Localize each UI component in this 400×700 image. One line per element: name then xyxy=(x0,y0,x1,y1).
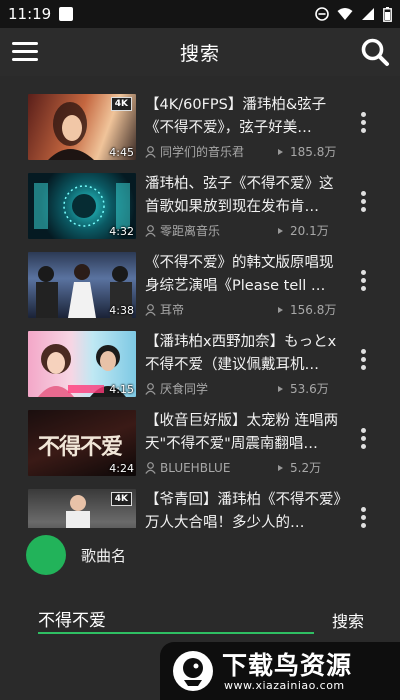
video-views: 185.8万 xyxy=(290,145,337,159)
video-item[interactable]: 4K 【爷青回】潘玮柏《不得不爱》万人大合唱！多少人的… xyxy=(0,483,400,528)
video-item[interactable]: 4:15 【潘玮柏x西野加奈】もっとx 不得不爱（建议佩戴耳机… 厌食同学 53… xyxy=(0,325,400,403)
video-title[interactable]: 【潘玮柏x西野加奈】もっとx 不得不爱（建议佩戴耳机… xyxy=(145,331,345,377)
search-bar: 搜索 xyxy=(0,596,400,646)
video-thumbnail[interactable]: 4:38 xyxy=(28,252,136,318)
video-author: 同学们的音乐君 xyxy=(160,145,245,159)
video-list[interactable]: 4K 4:45 【4K/60FPS】潘玮柏&弦子《不得不爱》，弦子好美… 同学们… xyxy=(0,88,400,528)
play-count-icon xyxy=(278,148,283,155)
video-title[interactable]: 《不得不爱》的韩文版原唱现身综艺演唱《Please tell … xyxy=(145,252,345,298)
search-button[interactable]: 搜索 xyxy=(332,608,364,632)
video-views: 53.6万 xyxy=(290,382,329,396)
play-count-icon xyxy=(278,464,283,471)
search-input[interactable] xyxy=(38,604,314,634)
more-options-icon[interactable] xyxy=(358,191,368,217)
more-options-icon[interactable] xyxy=(358,349,368,375)
video-views: 20.1万 xyxy=(290,224,329,238)
video-title[interactable]: 【收音巨好版】太宠粉 连唱两天"不得不爱"周震南翻唱… xyxy=(145,410,345,456)
notification-icon xyxy=(59,7,74,21)
video-duration: 4:32 xyxy=(109,225,134,238)
user-icon xyxy=(145,224,156,237)
video-author: BLUEHBLUE xyxy=(160,460,231,475)
video-thumbnail[interactable]: 不得不爱 4:24 xyxy=(28,410,136,476)
video-author: 厌食同学 xyxy=(160,382,209,396)
menu-icon[interactable] xyxy=(12,39,38,65)
video-thumbnail[interactable]: 4:15 xyxy=(28,331,136,397)
user-icon xyxy=(145,145,156,158)
video-thumbnail[interactable]: 4:32 xyxy=(28,173,136,239)
do-not-disturb-icon xyxy=(315,7,329,21)
album-art-disc[interactable] xyxy=(26,535,66,575)
status-time: 11:19 xyxy=(8,5,52,23)
main-content: 4K 4:45 【4K/60FPS】潘玮柏&弦子《不得不爱》，弦子好美… 同学们… xyxy=(0,76,400,700)
app-bar: 搜索 xyxy=(0,28,400,76)
battery-icon xyxy=(383,6,392,22)
video-item[interactable]: 不得不爱 4:24 【收音巨好版】太宠粉 连唱两天"不得不爱"周震南翻唱… BL… xyxy=(0,404,400,482)
video-duration: 4:15 xyxy=(109,383,134,396)
quality-badge: 4K xyxy=(110,492,132,506)
video-duration: 4:24 xyxy=(109,462,134,475)
status-icons xyxy=(315,6,392,22)
video-item[interactable]: 4K 4:45 【4K/60FPS】潘玮柏&弦子《不得不爱》，弦子好美… 同学们… xyxy=(0,88,400,166)
signal-icon xyxy=(362,8,374,20)
watermark-text: 下载鸟资源 xyxy=(222,651,353,680)
video-thumbnail[interactable]: 4K 4:45 xyxy=(28,94,136,160)
thumbnail-text: 不得不爱 xyxy=(38,434,123,460)
search-icon[interactable] xyxy=(360,37,390,67)
video-title[interactable]: 【4K/60FPS】潘玮柏&弦子《不得不爱》，弦子好美… xyxy=(145,94,345,140)
video-duration: 4:38 xyxy=(109,304,134,317)
status-bar: 11:19 xyxy=(0,0,400,28)
wifi-icon xyxy=(337,8,353,20)
video-item[interactable]: 4:32 潘玮柏、弦子《不得不爱》这首歌如果放到现在发布肯… 零距离音乐 20.… xyxy=(0,167,400,245)
video-author: 耳帝 xyxy=(160,303,185,317)
play-count-icon xyxy=(278,385,283,392)
watermark-url: www.xiazainiao.com xyxy=(224,679,345,692)
user-icon xyxy=(145,303,156,316)
video-title[interactable]: 潘玮柏、弦子《不得不爱》这首歌如果放到现在发布肯… xyxy=(145,173,345,219)
play-count-icon xyxy=(278,306,283,313)
page-title: 搜索 xyxy=(179,42,220,65)
video-item[interactable]: 4:38 《不得不爱》的韩文版原唱现身综艺演唱《Please tell … 耳帝… xyxy=(0,246,400,324)
more-options-icon[interactable] xyxy=(358,428,368,454)
watermark: 下载鸟资源 www.xiazainiao.com xyxy=(160,642,400,700)
now-playing-bar[interactable]: 歌曲名 xyxy=(26,534,126,576)
more-options-icon[interactable] xyxy=(358,112,368,138)
more-options-icon[interactable] xyxy=(358,270,368,296)
video-title[interactable]: 【爷青回】潘玮柏《不得不爱》万人大合唱！多少人的… xyxy=(145,489,345,528)
bird-logo-icon xyxy=(173,651,213,691)
video-author: 零距离音乐 xyxy=(160,224,221,238)
video-duration: 4:45 xyxy=(109,146,134,159)
video-views: 5.2万 xyxy=(290,461,322,475)
play-count-icon xyxy=(278,227,283,234)
quality-badge: 4K xyxy=(110,97,132,111)
user-icon xyxy=(145,461,156,474)
user-icon xyxy=(145,382,156,395)
more-options-icon[interactable] xyxy=(358,507,368,528)
video-thumbnail[interactable]: 4K xyxy=(28,489,136,528)
song-name: 歌曲名 xyxy=(81,546,127,565)
video-views: 156.8万 xyxy=(290,303,337,317)
